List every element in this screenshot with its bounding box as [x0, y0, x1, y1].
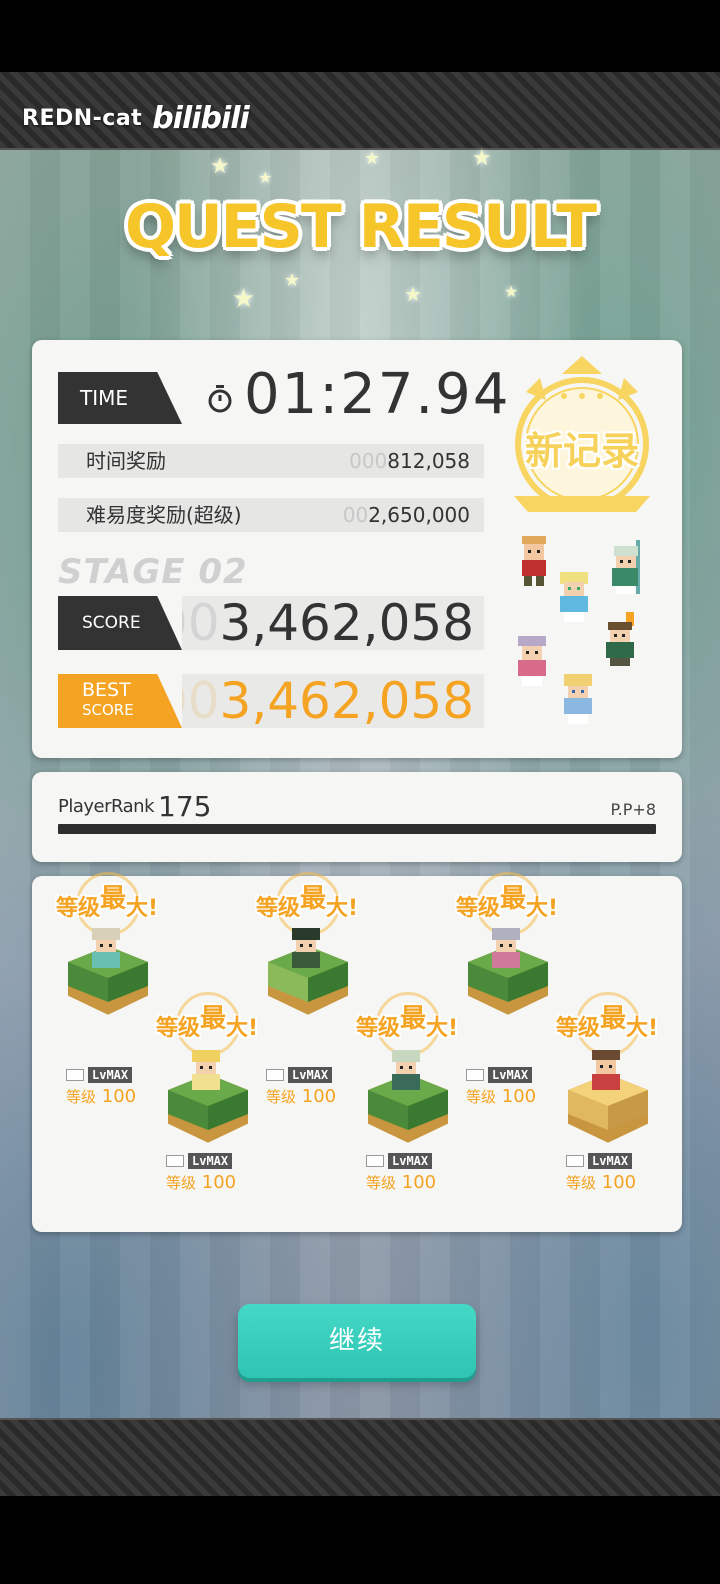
- lvmax-badge: LvMAX: [166, 1152, 233, 1170]
- video-watermark: REDN-cat bilibili: [22, 96, 250, 140]
- watermark-brand-logo: bilibili: [152, 100, 250, 136]
- party-character-sprite: [560, 572, 588, 622]
- player-rank-value: 175: [158, 790, 212, 823]
- party-character-sprite: [606, 612, 634, 666]
- unit-character-sprite: [392, 1050, 420, 1090]
- time-bonus-value: 000812,058: [349, 449, 470, 473]
- player-rank-progress-bar: [58, 824, 656, 834]
- bottom-checker-band: [0, 1418, 720, 1496]
- unit-level: 等级 100: [566, 1172, 637, 1193]
- max-level-label: 等级最大!: [156, 1004, 259, 1041]
- star-icon: ★: [210, 154, 230, 179]
- unit-character-sprite: [592, 1050, 620, 1090]
- lvmax-badge: LvMAX: [566, 1152, 633, 1170]
- max-level-label: 等级最大!: [356, 1004, 459, 1041]
- star-icon: ★: [472, 146, 492, 171]
- star-icon: ★: [258, 168, 273, 187]
- lvmax-badge: LvMAX: [266, 1066, 333, 1084]
- unit-level: 等级 100: [466, 1086, 537, 1107]
- max-level-label: 等级最大!: [556, 1004, 659, 1041]
- time-bonus-row: 时间奖励 000812,058: [58, 444, 484, 478]
- unit-character-sprite: [192, 1050, 220, 1090]
- top-letterbox: [0, 0, 720, 72]
- best-score-value: 003,462,058: [155, 672, 474, 730]
- difficulty-bonus-row: 难易度奖励(超级) 002,650,000: [58, 498, 484, 532]
- page-title: QUEST RESULT: [124, 192, 597, 262]
- max-level-label: 等级最大!: [56, 884, 159, 921]
- stage-label: STAGE 02: [58, 552, 248, 592]
- unit-character-sprite: [492, 928, 520, 968]
- pp-gain-label: P.P+8: [610, 800, 656, 819]
- party-character-sprite: [518, 636, 546, 686]
- star-icon: ★: [232, 284, 256, 314]
- stopwatch-icon: [208, 385, 232, 413]
- unit-character-sprite: [292, 928, 320, 968]
- time-bonus-label: 时间奖励: [86, 449, 166, 473]
- lvmax-badge: LvMAX: [466, 1066, 533, 1084]
- unit-level: 等级 100: [266, 1086, 337, 1107]
- star-icon: ★: [284, 270, 301, 291]
- time-value: 01:27.94: [244, 362, 511, 427]
- star-icon: ★: [504, 282, 519, 301]
- new-record-label: 新记录: [524, 429, 639, 473]
- star-icon: ★: [364, 148, 381, 169]
- star-icon: ★: [404, 282, 422, 306]
- watermark-user: REDN-cat: [22, 105, 143, 131]
- max-level-label: 等级最大!: [256, 884, 359, 921]
- bottom-letterbox: [0, 1496, 720, 1584]
- party-character-sprite: [564, 674, 592, 724]
- difficulty-bonus-label: 难易度奖励(超级): [86, 503, 242, 527]
- unit-level: 等级 100: [166, 1172, 237, 1193]
- party-character-sprite: [612, 540, 640, 594]
- lvmax-badge: LvMAX: [66, 1066, 133, 1084]
- score-value: 003,462,058: [155, 594, 474, 652]
- score-box: 003,462,058: [182, 596, 484, 650]
- lvmax-badge: LvMAX: [366, 1152, 433, 1170]
- party-character-sprite: [522, 536, 546, 586]
- best-score-box: 003,462,058: [182, 674, 484, 728]
- unit-level: 等级 100: [366, 1172, 437, 1193]
- player-rank-label: PlayerRank: [58, 796, 155, 817]
- unit-level: 等级 100: [66, 1086, 137, 1107]
- unit-character-sprite: [92, 928, 120, 968]
- difficulty-bonus-value: 002,650,000: [342, 503, 470, 527]
- max-level-label: 等级最大!: [456, 884, 559, 921]
- continue-button[interactable]: 继续: [238, 1304, 476, 1378]
- player-rank-panel: [32, 772, 682, 862]
